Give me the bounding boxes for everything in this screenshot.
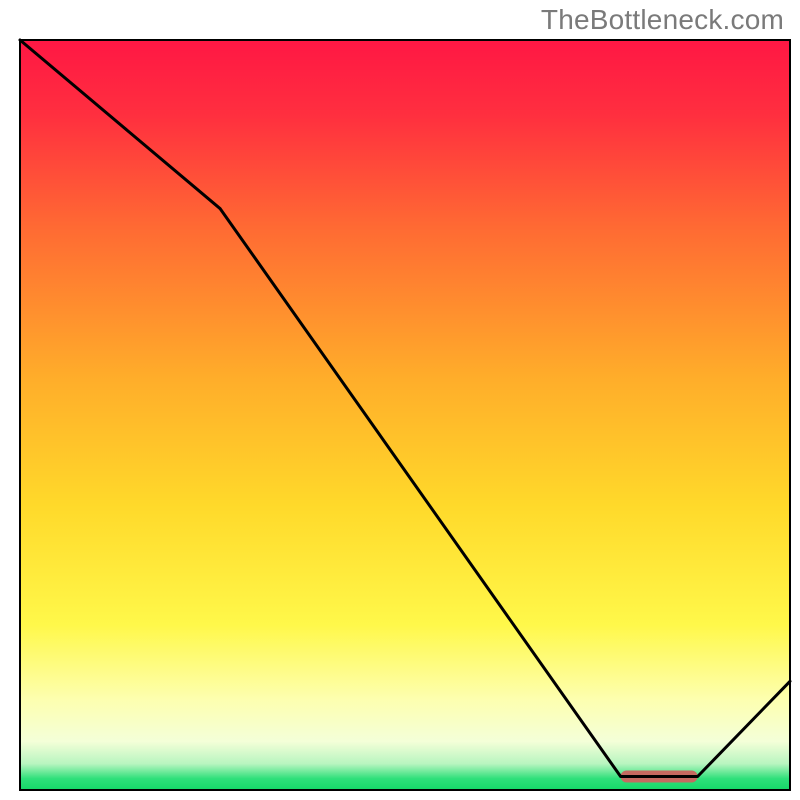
plot-gradient-background xyxy=(20,40,790,790)
bottleneck-chart xyxy=(0,0,800,800)
watermark-text: TheBottleneck.com xyxy=(541,4,784,36)
chart-container: TheBottleneck.com xyxy=(0,0,800,800)
